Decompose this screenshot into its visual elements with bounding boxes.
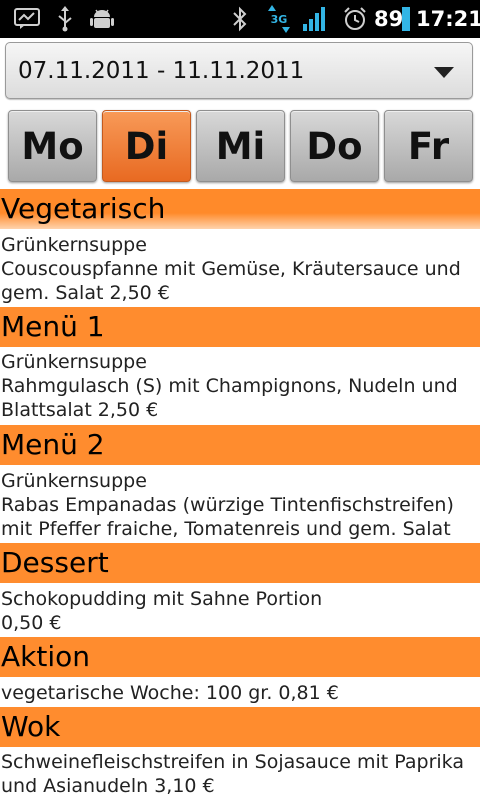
dish-text: Schweinefleischstreifen in Sojasauce mit… [1, 751, 464, 797]
category-header-dessert: Dessert [0, 543, 480, 583]
svg-text:3G: 3G [271, 13, 288, 26]
battery-icon [402, 0, 410, 38]
usb-icon [56, 0, 74, 38]
dish-text: Grünkernsuppe Couscouspfanne mit Gemüse,… [1, 234, 461, 304]
alarm-icon [342, 0, 368, 38]
battery-percentage: 89 [374, 7, 404, 31]
category-header-vegetarisch: Vegetarisch [0, 189, 480, 229]
dropdown-arrow-icon [434, 67, 454, 78]
day-tab-di[interactable]: Di [102, 110, 191, 182]
dish-text: Grünkernsuppe Rahmgulasch (S) mit Champi… [1, 351, 458, 421]
chat-notification-icon [14, 0, 40, 38]
bluetooth-icon [232, 0, 248, 38]
category-header-menu-1: Menü 1 [0, 307, 480, 347]
day-tab-fr[interactable]: Fr [384, 110, 473, 182]
dish-text: Schokopudding mit Sahne Portion 0,50 € [1, 588, 323, 634]
week-selector[interactable]: 07.11.2011 - 11.11.2011 [5, 42, 473, 99]
day-tab-mi[interactable]: Mi [196, 110, 285, 182]
category-header-menu-2: Menü 2 [0, 425, 480, 465]
3g-data-icon: 3G [268, 0, 290, 38]
signal-icon [302, 0, 328, 38]
dish-text: vegetarische Woche: 100 gr. 0,81 € [1, 682, 339, 704]
android-debug-icon [90, 0, 114, 38]
week-range-text: 07.11.2011 - 11.11.2011 [18, 58, 305, 84]
category-header-aktion: Aktion [0, 637, 480, 677]
clock: 17:21 [416, 7, 480, 31]
status-bar: 3G 89 17:21 [0, 0, 480, 38]
day-tab-mo[interactable]: Mo [8, 110, 97, 182]
day-tab-do[interactable]: Do [290, 110, 379, 182]
category-header-wok: Wok [0, 707, 480, 747]
